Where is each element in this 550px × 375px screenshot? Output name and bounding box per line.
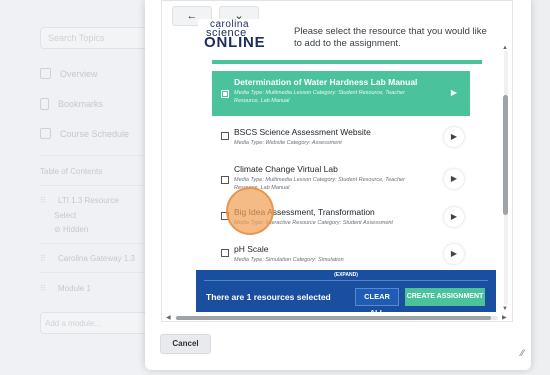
- scroll-down-icon[interactable]: ▼: [502, 306, 508, 312]
- expand-toggle[interactable]: (EXPAND): [196, 272, 496, 278]
- divider: [204, 280, 488, 281]
- scroll-left-icon[interactable]: ◀: [166, 314, 171, 321]
- instruction-text: Please select the resource that you woul…: [294, 26, 487, 49]
- checkbox[interactable]: [221, 249, 229, 257]
- resource-title: Climate Change Virtual Lab: [234, 164, 338, 174]
- carolina-science-online-logo: carolina science ONLINE: [204, 19, 266, 51]
- resource-picker: carolina science ONLINE Please select th…: [198, 19, 490, 311]
- resource-list: Determination of Water Hardness Lab Manu…: [212, 71, 470, 271]
- resource-item[interactable]: Determination of Water Hardness Lab Manu…: [212, 71, 470, 116]
- selection-count: There are 1 resources selected: [206, 292, 331, 302]
- resource-title: Determination of Water Hardness Lab Manu…: [234, 77, 418, 87]
- checkbox[interactable]: [221, 90, 229, 98]
- play-icon[interactable]: ▶: [444, 207, 464, 227]
- create-assignment-button[interactable]: CREATE ASSIGNMENT: [405, 288, 485, 306]
- resource-selection-dialog: ← ⌄ carolina science ONLINE Please selec…: [145, 0, 531, 370]
- checkbox[interactable]: [221, 176, 229, 184]
- scroll-thumb[interactable]: [176, 316, 491, 320]
- lti-frame: ← ⌄ carolina science ONLINE Please selec…: [161, 0, 513, 322]
- horizontal-scrollbar[interactable]: ◀ ▶: [162, 313, 512, 321]
- resource-meta: Media Type: Multimedia Lesson Category: …: [234, 90, 405, 104]
- resource-meta: Media Type: Website Category: Assessment: [234, 140, 342, 146]
- checkbox[interactable]: [221, 132, 229, 140]
- resource-item[interactable]: pH Scale Media Type: Simulation Category…: [212, 241, 470, 271]
- scroll-thumb[interactable]: [503, 95, 508, 215]
- resize-handle-icon[interactable]: ⁄⁄: [521, 348, 524, 358]
- scroll-right-icon[interactable]: ▶: [502, 314, 507, 321]
- resource-meta: Media Type: Simulation Category: Simulat…: [234, 257, 344, 263]
- selection-footer: (EXPAND) There are 1 resources selected …: [196, 270, 496, 317]
- play-icon[interactable]: ▶: [444, 169, 464, 189]
- cancel-button[interactable]: Cancel: [160, 334, 211, 354]
- play-icon[interactable]: ▶: [444, 127, 464, 147]
- clear-all-button[interactable]: CLEAR ALL: [355, 288, 399, 317]
- click-indicator: [226, 187, 274, 235]
- play-icon[interactable]: ▶: [444, 83, 464, 103]
- resource-item[interactable]: BSCS Science Assessment Website Media Ty…: [212, 124, 470, 161]
- accent-rule: [212, 60, 482, 64]
- resource-title: BSCS Science Assessment Website: [234, 127, 371, 137]
- resource-title: pH Scale: [234, 244, 269, 254]
- vertical-scrollbar[interactable]: ▲ ▼: [500, 45, 512, 313]
- play-icon[interactable]: ▶: [444, 244, 464, 264]
